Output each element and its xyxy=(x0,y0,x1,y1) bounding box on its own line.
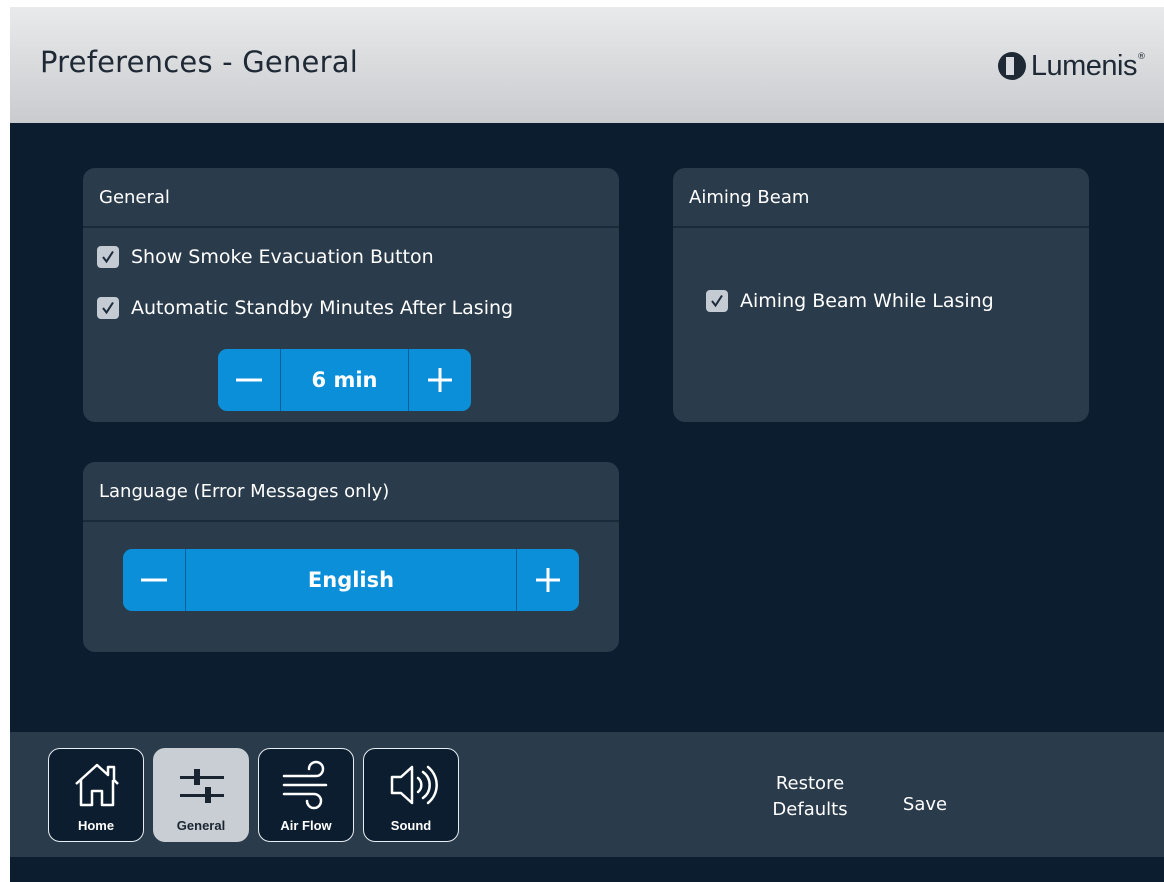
minus-icon xyxy=(235,378,262,382)
language-panel-title: Language (Error Messages only) xyxy=(83,462,619,522)
wind-icon xyxy=(282,760,328,810)
nav-sound-label: Sound xyxy=(390,818,432,833)
show-smoke-evacuation-label: Show Smoke Evacuation Button xyxy=(131,246,434,268)
preferences-screen: Preferences - General Lumenis ® General … xyxy=(10,7,1164,882)
restore-defaults-button[interactable]: Restore Defaults xyxy=(750,771,870,823)
show-smoke-evacuation-option[interactable]: Show Smoke Evacuation Button xyxy=(97,246,434,268)
footer-bar: Home General Air Flow Sound Restore Defa… xyxy=(10,732,1164,857)
general-panel-title: General xyxy=(83,168,619,228)
nav-general-button[interactable]: General xyxy=(153,748,249,842)
automatic-standby-checkbox[interactable] xyxy=(97,297,119,319)
logo-registered-mark: ® xyxy=(1137,52,1146,62)
language-previous-button[interactable] xyxy=(123,549,185,611)
nav-sound-button[interactable]: Sound xyxy=(363,748,459,842)
speaker-icon xyxy=(390,765,438,805)
checkmark-icon xyxy=(102,250,114,264)
nav-airflow-label: Air Flow xyxy=(280,818,332,833)
checkmark-icon xyxy=(711,294,723,308)
aiming-beam-panel-title: Aiming Beam xyxy=(673,168,1089,228)
standby-increase-button[interactable] xyxy=(409,349,471,411)
lumenis-logo-icon xyxy=(997,52,1026,80)
sliders-icon xyxy=(180,769,224,803)
nav-general-label: General xyxy=(176,818,226,833)
aiming-beam-panel: Aiming Beam Aiming Beam While Lasing xyxy=(673,168,1089,422)
standby-decrease-button[interactable] xyxy=(218,349,280,411)
aiming-beam-while-lasing-option[interactable]: Aiming Beam While Lasing xyxy=(706,290,994,312)
standby-minutes-stepper: 6 min xyxy=(218,349,471,411)
minus-icon xyxy=(141,578,167,582)
nav-airflow-button[interactable]: Air Flow xyxy=(258,748,354,842)
page-title: Preferences - General xyxy=(40,45,358,79)
plus-icon xyxy=(428,368,453,392)
aiming-beam-while-lasing-checkbox[interactable] xyxy=(706,290,728,312)
show-smoke-evacuation-checkbox[interactable] xyxy=(97,246,119,268)
language-next-button[interactable] xyxy=(517,549,579,611)
automatic-standby-label: Automatic Standby Minutes After Lasing xyxy=(131,297,514,319)
header-bar: Preferences - General Lumenis ® xyxy=(10,7,1164,123)
language-stepper: English xyxy=(123,549,579,611)
lumenis-logo: Lumenis ® xyxy=(997,49,1146,83)
language-panel: Language (Error Messages only) English xyxy=(83,462,619,652)
save-button[interactable]: Save xyxy=(900,792,950,818)
logo-text: Lumenis xyxy=(1030,49,1138,82)
restore-defaults-line2: Defaults xyxy=(772,799,848,820)
plus-icon xyxy=(536,568,560,592)
aiming-beam-while-lasing-label: Aiming Beam While Lasing xyxy=(740,290,994,312)
standby-minutes-value: 6 min xyxy=(279,349,410,411)
nav-home-label: Home xyxy=(77,818,115,833)
nav-home-button[interactable]: Home xyxy=(48,748,144,842)
checkmark-icon xyxy=(102,301,114,315)
home-icon xyxy=(75,763,119,807)
restore-defaults-line1: Restore xyxy=(775,773,845,794)
general-panel: General Show Smoke Evacuation Button Aut… xyxy=(83,168,619,422)
automatic-standby-option[interactable]: Automatic Standby Minutes After Lasing xyxy=(97,297,513,319)
language-value: English xyxy=(185,549,517,611)
